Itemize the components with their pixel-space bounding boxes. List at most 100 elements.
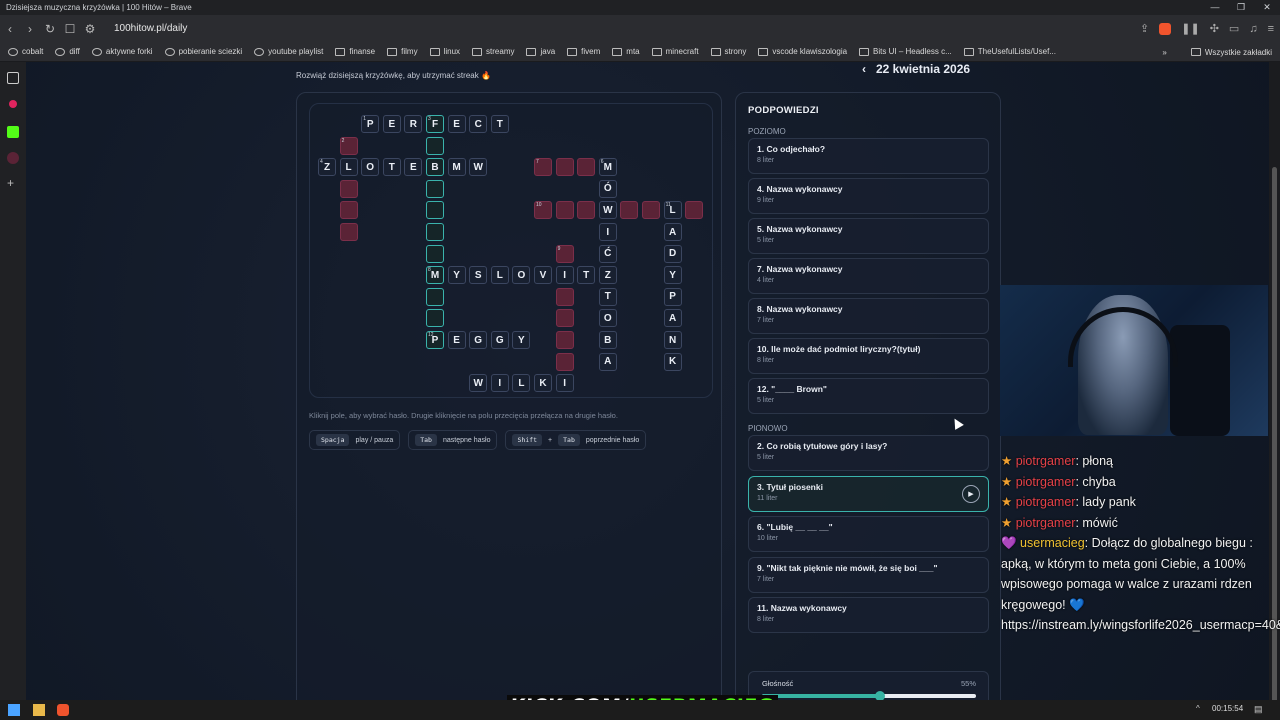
bookmark-item[interactable]: diff: [55, 47, 80, 56]
pause-icon[interactable]: ❚❚: [1181, 22, 1199, 35]
crossword-cell[interactable]: E: [404, 158, 423, 177]
crossword-cell[interactable]: [339, 201, 358, 220]
crossword-cell[interactable]: K: [663, 352, 682, 371]
crossword-cell[interactable]: [339, 223, 358, 241]
bookmark-item[interactable]: pobieranie sciezki: [164, 47, 242, 56]
crossword-cell[interactable]: G: [469, 331, 488, 349]
clue-down-2[interactable]: 3. Tytuł piosenki 11 liter ▶: [748, 475, 989, 512]
sidebar-toggle-icon[interactable]: ▭: [1229, 22, 1239, 35]
crossword-cell[interactable]: [555, 201, 574, 220]
crossword-cell[interactable]: 12 P: [426, 331, 444, 349]
minimize-icon[interactable]: —: [1202, 0, 1228, 15]
crossword-cell[interactable]: I: [555, 266, 574, 285]
extensions-icon[interactable]: ✣: [1210, 22, 1219, 35]
crossword-cell[interactable]: Y: [512, 331, 531, 349]
back-icon[interactable]: ‹: [0, 22, 20, 36]
crossword-cell[interactable]: [426, 287, 444, 306]
crossword-cell[interactable]: [555, 158, 574, 177]
clue-across-2[interactable]: 4. Nazwa wykonawcy 9 liter: [748, 178, 989, 214]
crossword-cell[interactable]: S: [469, 266, 488, 285]
crossword-cell[interactable]: [339, 179, 358, 198]
more-bookmarks-icon[interactable]: »: [1162, 48, 1166, 57]
crossword-cell[interactable]: C: [469, 115, 488, 133]
bookmark-item[interactable]: Bits UI – Headless c...: [859, 47, 952, 56]
start-icon[interactable]: [8, 704, 20, 716]
bookmark-item[interactable]: minecraft: [651, 47, 699, 56]
crossword-cell[interactable]: T: [382, 158, 401, 177]
clue-across-5[interactable]: 8. Nazwa wykonawcy 7 liter: [748, 298, 989, 334]
crossword-cell[interactable]: D: [663, 244, 682, 263]
notifications-icon[interactable]: ▤: [1254, 704, 1263, 715]
restore-icon[interactable]: ❐: [1228, 0, 1254, 15]
crossword-cell[interactable]: E: [447, 331, 466, 349]
crossword-cell[interactable]: [426, 309, 444, 328]
crossword-cell[interactable]: [426, 201, 444, 220]
bookmark-item[interactable]: filmy: [387, 47, 418, 56]
crossword-cell[interactable]: 2: [339, 136, 358, 155]
clue-across-7[interactable]: 12. "____ Brown" 5 liter: [748, 378, 989, 414]
bookmark-icon[interactable]: ☐: [60, 22, 80, 36]
crossword-cell[interactable]: A: [663, 223, 682, 241]
crossword-cell[interactable]: G: [490, 331, 509, 349]
crossword-cell[interactable]: O: [598, 309, 617, 328]
add-icon[interactable]: +: [7, 176, 19, 190]
url-input[interactable]: 100hitow.pl/daily: [114, 23, 187, 34]
forward-icon[interactable]: ›: [20, 22, 40, 36]
tray-chevron-icon[interactable]: ^: [1196, 704, 1200, 713]
volume-slider[interactable]: [762, 691, 976, 700]
crossword-cell[interactable]: 1P: [361, 115, 380, 133]
crossword-cell[interactable]: Z: [598, 266, 617, 285]
crossword-cell[interactable]: [685, 201, 704, 220]
all-bookmarks[interactable]: » Wszystkie zakładki: [1162, 42, 1272, 62]
crossword-cell[interactable]: M: [447, 158, 466, 177]
menu-icon[interactable]: ≡: [1268, 23, 1274, 35]
record-icon[interactable]: [9, 100, 17, 108]
crossword-cell[interactable]: Y: [663, 266, 682, 285]
crossword-cell[interactable]: W: [469, 374, 488, 393]
crossword-cell[interactable]: T: [577, 266, 596, 285]
crossword-cell[interactable]: O: [512, 266, 531, 285]
crossword-cell[interactable]: 6M: [598, 158, 617, 177]
crossword-cell[interactable]: [426, 223, 444, 241]
crossword-cell[interactable]: Ó: [598, 179, 617, 198]
crossword-cell[interactable]: R: [404, 115, 423, 133]
crossword-cell[interactable]: 8M: [426, 266, 444, 285]
crossword-cell[interactable]: [577, 201, 596, 220]
clue-across-1[interactable]: 1. Co odjechało? 8 liter: [748, 138, 989, 174]
file-explorer-icon[interactable]: [33, 704, 45, 716]
crossword-cell[interactable]: [555, 352, 574, 371]
crossword-cell[interactable]: K: [534, 374, 552, 393]
play-icon[interactable]: ▶: [962, 484, 980, 503]
crossword-cell[interactable]: A: [598, 352, 617, 371]
bookmark-item[interactable]: linux: [429, 47, 460, 56]
crossword-cell[interactable]: P: [663, 287, 682, 306]
bookmark-item[interactable]: TheUsefulLists/Usef...: [963, 47, 1056, 56]
crossword-cell[interactable]: B: [426, 158, 444, 177]
reload-icon[interactable]: ↻: [40, 22, 60, 36]
share-icon[interactable]: ⇪: [1140, 22, 1149, 35]
crossword-cell[interactable]: I: [598, 223, 617, 241]
site-settings-icon[interactable]: ⚙: [80, 22, 100, 36]
clue-across-4[interactable]: 7. Nazwa wykonawcy 4 liter: [748, 258, 989, 294]
close-icon[interactable]: ✕: [1254, 0, 1280, 15]
crossword-cell[interactable]: T: [490, 115, 509, 133]
bookmark-item[interactable]: streamy: [472, 47, 514, 56]
crossword-cell[interactable]: I: [555, 374, 574, 393]
crossword-cell[interactable]: Y: [447, 266, 466, 285]
crossword-cell[interactable]: 4Z: [318, 158, 336, 177]
bookmark-item[interactable]: aktywne forki: [91, 47, 153, 56]
music-icon[interactable]: ♫: [1249, 23, 1257, 35]
clue-down-3[interactable]: 6. "Lubię __ __ __" 10 liter: [748, 516, 989, 552]
crossword-cell[interactable]: W: [469, 158, 488, 177]
bookmark-item[interactable]: finanse: [335, 47, 375, 56]
crossword-cell[interactable]: [555, 331, 574, 349]
crossword-cell[interactable]: E: [382, 115, 401, 133]
clue-down-4[interactable]: 9. "Nikt tak pięknie nie mówił, że się b…: [748, 556, 989, 593]
crossword-cell[interactable]: V: [534, 266, 552, 285]
crossword-cell[interactable]: A: [663, 309, 682, 328]
crossword-cell[interactable]: [577, 158, 596, 177]
clue-down-1[interactable]: 2. Co robią tytułowe góry i lasy? 5 liter: [748, 435, 989, 471]
app-icon[interactable]: [7, 152, 19, 164]
crossword-cell[interactable]: [426, 179, 444, 198]
bookmark-item[interactable]: strony: [710, 47, 746, 56]
